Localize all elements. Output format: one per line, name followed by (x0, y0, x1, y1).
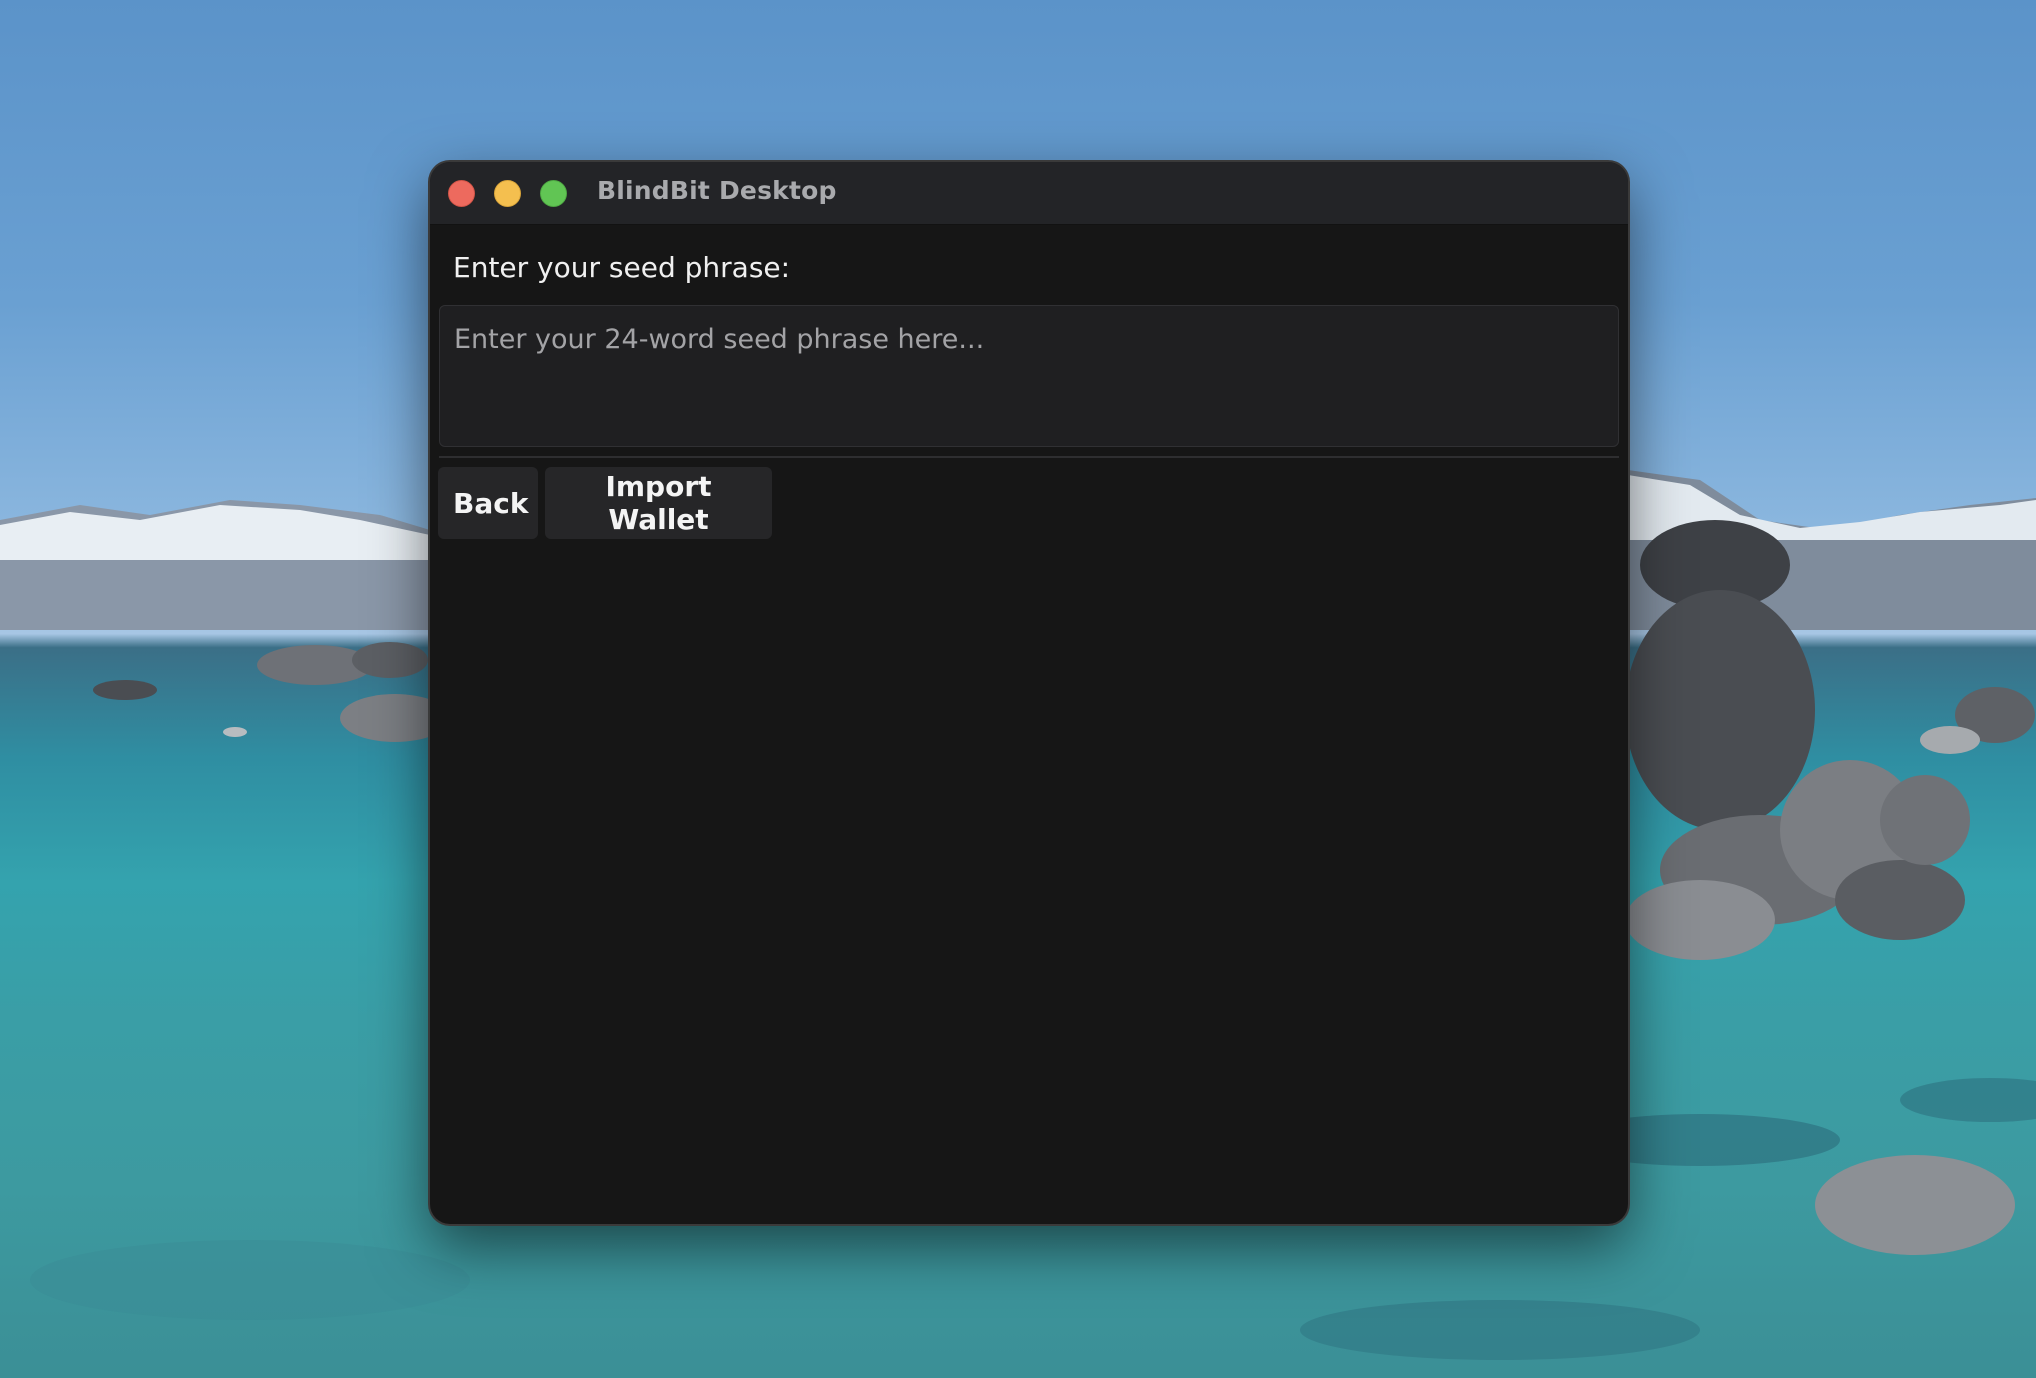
import-wallet-button[interactable]: Import Wallet (545, 467, 772, 539)
import-wallet-form: Enter your seed phrase: Back Import Wall… (430, 225, 1628, 1224)
window-title: BlindBit Desktop (597, 176, 837, 205)
maximize-traffic-light-icon[interactable] (540, 180, 567, 207)
minimize-traffic-light-icon[interactable] (494, 180, 521, 207)
close-traffic-light-icon[interactable] (448, 180, 475, 207)
desktop-wallpaper: BlindBit Desktop Enter your seed phrase:… (0, 0, 2036, 1378)
app-window: BlindBit Desktop Enter your seed phrase:… (430, 162, 1628, 1224)
back-button[interactable]: Back (438, 467, 538, 539)
seed-phrase-input[interactable] (439, 305, 1619, 447)
divider (439, 456, 1619, 458)
window-titlebar[interactable]: BlindBit Desktop (430, 162, 1628, 225)
seed-phrase-label: Enter your seed phrase: (453, 251, 791, 284)
